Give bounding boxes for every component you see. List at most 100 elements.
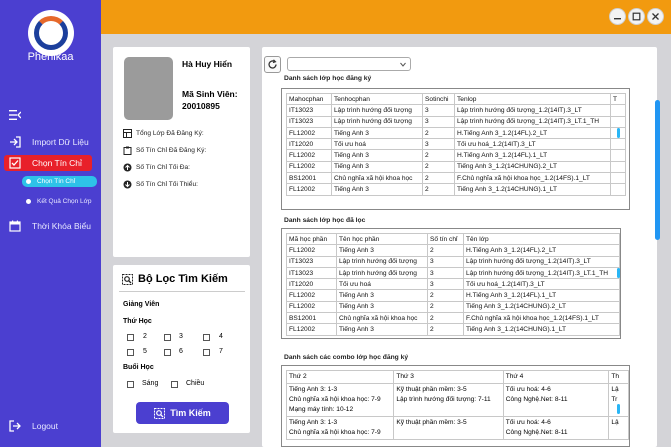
table-row[interactable]: FL12002 Tiếng Anh 3 2 H.Tiếng Anh 3_1.2(14F…: [286, 149, 626, 162]
column-header[interactable]: Th: [608, 370, 629, 384]
combo-cell: Lậ: [608, 416, 629, 440]
sidebar-subitem-chon-tin-chi[interactable]: Chọn Tín Chỉ: [22, 176, 97, 187]
table-row[interactable]: IT12020 Tối ưu hoá 3 Tối ưu hoá_1.2(14IT).3…: [286, 278, 620, 291]
collapse-menu-icon[interactable]: [9, 110, 21, 120]
table-row[interactable]: IT13023 Lập trình hướng đối tượng 3 Lập trì…: [286, 104, 626, 117]
column-header[interactable]: Mahocphan: [286, 92, 332, 106]
column-header[interactable]: Thứ 4: [502, 370, 610, 384]
table-scroll-thumb[interactable]: [617, 128, 620, 138]
search-button[interactable]: Tìm Kiếm: [136, 402, 229, 424]
table-cell: 3: [422, 138, 455, 151]
combo-line: Lậ: [611, 419, 619, 426]
day-checkbox-3[interactable]: [164, 334, 171, 341]
table-row[interactable]: FL12002 Tiếng Anh 3 2 H.Tiếng Anh 3_1.2(14F…: [286, 244, 620, 257]
refresh-icon: [268, 59, 277, 69]
phenikaa-logo: [28, 10, 74, 56]
sidebar-item-label: Thời Khóa Biểu: [32, 221, 91, 231]
sidebar: Phenikaa Import Dữ Liệu Chọn Tín Chỉ Chọ…: [0, 0, 101, 447]
day-checkbox-5[interactable]: [127, 349, 134, 356]
table-cell: IT13023: [286, 266, 337, 280]
table-cell: FL12002: [286, 323, 337, 336]
minimize-button[interactable]: [609, 8, 626, 25]
day-checkbox-4[interactable]: [203, 334, 210, 341]
table-cell: IT12020: [286, 278, 337, 291]
column-header[interactable]: T: [610, 92, 626, 106]
table-cell: Lập trình hướng đối tượng_1.2(14IT).3_LT: [463, 255, 620, 268]
table-cell: Lập trình hướng đối tượng_1.2(14IT).3_LT…: [454, 115, 611, 128]
column-header[interactable]: Tên học phần: [336, 232, 428, 246]
table-cell: IT12020: [286, 138, 332, 151]
column-header[interactable]: Sotinchi: [422, 92, 455, 106]
logout-icon: [9, 420, 21, 432]
sidebar-item-import[interactable]: Import Dữ Liệu: [0, 134, 101, 150]
maximize-button[interactable]: [628, 8, 645, 25]
main-scrollbar[interactable]: [655, 100, 660, 240]
column-header[interactable]: Số tín chỉ: [427, 232, 464, 246]
table-row[interactable]: IT13023 Lập trình hướng đối tượng 3 Lập trì…: [286, 255, 620, 268]
table-row[interactable]: BS12001 Chủ nghĩa xã hội khoa học 2 F.Chủ n…: [286, 312, 620, 325]
session-checkbox-chieu[interactable]: [171, 381, 178, 388]
session-checkbox-sang[interactable]: [127, 381, 134, 388]
table-row[interactable]: BS12001 Chủ nghĩa xã hội khoa học 2 F.Chủ n…: [286, 172, 626, 185]
table-cell: [610, 172, 626, 185]
table-row[interactable]: IT12020 Tối ưu hoá 3 Tối ưu hoá_1.2(14IT).3…: [286, 138, 626, 151]
filtered-table: Mã học phần Tên học phần Số tín chỉ Tên lớp…: [286, 232, 620, 336]
table-row[interactable]: FL12002 Tiếng Anh 3 2 Tiếng Anh 3_1.2(14CHU…: [286, 183, 626, 196]
sidebar-item-logout[interactable]: Logout: [0, 418, 101, 434]
day-checkbox-2[interactable]: [127, 334, 134, 341]
column-header[interactable]: Thứ 3: [393, 370, 504, 384]
table-row[interactable]: IT13023 Lập trình hướng đối tượng 3 Lập trì…: [286, 266, 620, 280]
combo-table-title: Danh sách các combo lớp học đăng ký: [284, 354, 409, 361]
combo-row[interactable]: Tiếng Anh 3: 1-3 Chủ nghĩa xã hội khoa họ…: [285, 383, 629, 417]
table-row[interactable]: FL12002 Tiếng Anh 3 2 Tiếng Anh 3_1.2(14CHU…: [286, 323, 620, 336]
table-row[interactable]: FL12002 Tiếng Anh 3 2 H.Tiếng Anh 3_1.2(14F…: [286, 289, 620, 302]
table-icon: [123, 129, 132, 138]
table-cell: Tiếng Anh 3: [331, 183, 423, 196]
table-cell: F.Chủ nghĩa xã hội khoa học_1.2(14FS).1_…: [454, 172, 611, 185]
session-label: Chiều: [186, 380, 205, 387]
column-header[interactable]: Thứ 2: [285, 370, 395, 384]
filter-card: Bộ Lọc Tìm Kiếm Giảng Viên Thứ Học 2 3 4…: [113, 265, 250, 433]
sidebar-item-chon-tin-chi[interactable]: Chọn Tín Chỉ: [4, 155, 92, 171]
arrow-down-circle-icon: [123, 180, 132, 189]
close-button[interactable]: [647, 8, 664, 25]
day-checkbox-7[interactable]: [203, 349, 210, 356]
table-scroll-thumb[interactable]: [617, 268, 620, 278]
clipboard-icon: [123, 146, 132, 155]
combo-table-frame: Thứ 2 Thứ 3 Thứ 4 Th Tiếng Anh 3: 1-3 Chủ ng…: [281, 365, 630, 447]
table-cell: 3: [427, 255, 464, 268]
day-checkbox-6[interactable]: [164, 349, 171, 356]
top-bar: [101, 0, 671, 34]
stat-label: Số Tín Chỉ Tối Thiểu:: [136, 181, 198, 188]
maximize-icon: [632, 12, 641, 21]
table-cell: 2: [427, 323, 464, 336]
column-header[interactable]: Mã học phần: [286, 232, 337, 246]
refresh-button[interactable]: [264, 56, 281, 73]
column-header[interactable]: Tên lớp: [463, 232, 620, 246]
table-row[interactable]: FL12002 Tiếng Anh 3 2 Tiếng Anh 3_1.2(14CHU…: [286, 300, 620, 314]
table-row[interactable]: IT13023 Lập trình hướng đối tượng 3 Lập trì…: [286, 115, 626, 128]
class-select-dropdown[interactable]: [287, 57, 411, 71]
filter-title-text: Bộ Lọc Tìm Kiếm: [138, 273, 228, 285]
table-cell: BS12001: [286, 312, 337, 325]
column-header[interactable]: Tenlop: [454, 92, 611, 106]
combo-row[interactable]: Tiếng Anh 3: 1-3 Chủ nghĩa xã hội khoa họ…: [285, 416, 629, 440]
column-header[interactable]: Tenhocphan: [331, 92, 423, 106]
table-cell: Tối ưu hoá_1.2(14IT).3_LT: [454, 138, 611, 151]
combo-line: Tiếng Anh 3: 1-3: [289, 386, 338, 393]
registered-table-title: Danh sách lớp học đăng ký: [284, 75, 372, 82]
sidebar-subitem-ket-qua-chon-lop[interactable]: Kết Quả Chọn Lớp: [22, 196, 98, 207]
table-scroll-thumb[interactable]: [617, 404, 620, 414]
filtered-table-title: Danh sách lớp học đã lọc: [284, 217, 366, 224]
table-cell: 2: [422, 149, 455, 162]
list-check-icon: [9, 157, 21, 169]
combo-line: Chủ nghĩa xã hội khoa học: 7-9: [289, 429, 381, 436]
sidebar-item-thoi-khoa-bieu[interactable]: Thời Khóa Biểu: [0, 218, 101, 234]
combo-line: Lập trình hướng đối tượng: 7-11: [396, 396, 491, 403]
table-cell: 2: [422, 183, 455, 196]
table-row[interactable]: FL12002 Tiếng Anh 3 2 Tiếng Anh 3_1.2(14CHU…: [286, 160, 626, 174]
day-label: 6: [179, 348, 183, 355]
registered-table-frame: Mahocphan Tenhocphan Sotinchi Tenlop T IT130…: [281, 88, 630, 210]
table-cell: [610, 115, 626, 128]
table-row[interactable]: FL12002 Tiếng Anh 3 2 H.Tiếng Anh 3_1.2(14F…: [286, 126, 626, 140]
